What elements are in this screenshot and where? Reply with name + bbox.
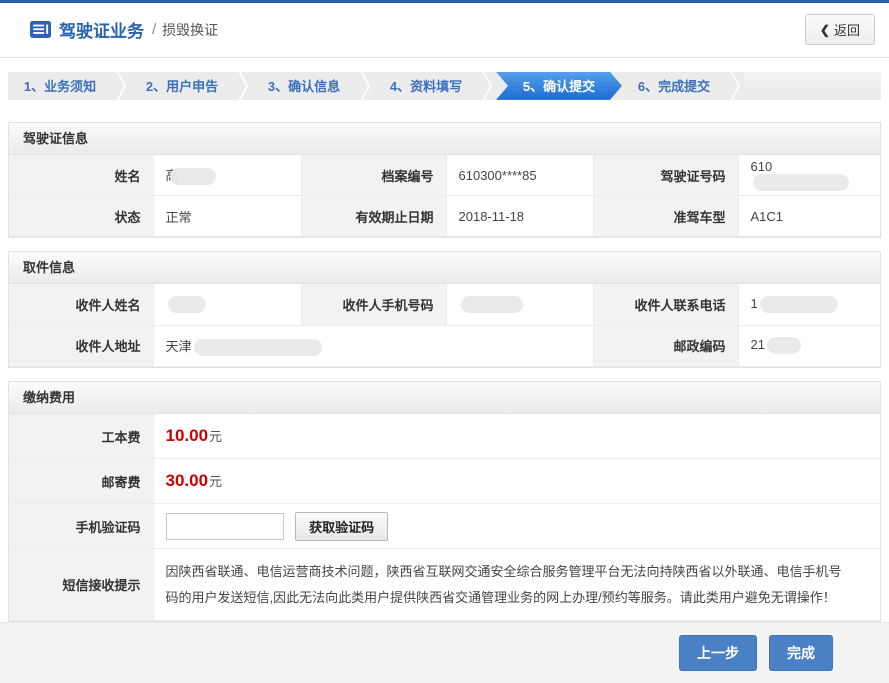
table-row: 收件人姓名 收件人手机号码 收件人联系电话 1	[9, 284, 880, 325]
license-info-section: 驾驶证信息 姓名 高 档案编号 610300****85 驾驶证号码 610 状…	[8, 122, 881, 239]
pickup-info-section: 取件信息 收件人姓名 收件人手机号码 收件人联系电话 1 收件人地址 天津 邮政…	[8, 251, 881, 368]
sms-notice-text: 因陕西省联通、电信运营商技术问题，陕西省互联网交通安全综合服务管理平台无法向持陕…	[153, 549, 880, 621]
redaction-blob	[170, 168, 216, 185]
address-label: 收件人地址	[9, 325, 153, 366]
mobile-label: 收件人手机号码	[301, 284, 446, 325]
table-row: 短信接收提示 因陕西省联通、电信运营商技术问题，陕西省互联网交通安全综合服务管理…	[9, 549, 880, 621]
step-2-user-declaration[interactable]: 2、用户申告	[130, 72, 234, 100]
back-button-label: 返回	[834, 20, 860, 39]
sms-notice-label: 短信接收提示	[9, 549, 153, 621]
file-no-value: 610300****85	[446, 155, 593, 196]
fees-section: 缴纳费用 工本费 10.00元 邮寄费 30.00元 手机验证码 获取验证码	[8, 381, 881, 622]
step-separator	[726, 72, 744, 100]
finish-button[interactable]: 完成	[769, 635, 833, 671]
file-no-label: 档案编号	[301, 155, 446, 196]
redaction-blob	[767, 337, 801, 354]
step-3-confirm-info[interactable]: 3、确认信息	[252, 72, 356, 100]
pickup-info-table: 收件人姓名 收件人手机号码 收件人联系电话 1 收件人地址 天津 邮政编码 21	[9, 284, 880, 367]
contact-phone-label: 收件人联系电话	[593, 284, 738, 325]
name-label: 姓名	[9, 155, 153, 196]
postcode-label: 邮政编码	[593, 325, 738, 366]
license-no-label: 驾驶证号码	[593, 155, 738, 196]
work-fee-amount: 10.00	[166, 426, 209, 445]
step-5-confirm-submit-active[interactable]: 5、确认提交	[496, 72, 622, 100]
postage-fee-amount: 30.00	[166, 471, 209, 490]
expiry-label: 有效期止日期	[301, 196, 446, 237]
postage-fee-value: 30.00元	[153, 459, 880, 504]
sms-code-label: 手机验证码	[9, 504, 153, 549]
title-divider: /	[152, 21, 156, 38]
expiry-value: 2018-11-18	[446, 196, 593, 237]
license-section-title: 驾驶证信息	[9, 123, 880, 155]
step-6-complete-submit[interactable]: 6、完成提交	[622, 72, 726, 100]
page-title: 驾驶证业务	[59, 17, 144, 42]
sms-code-input[interactable]	[166, 513, 284, 540]
table-row: 手机验证码 获取验证码	[9, 504, 880, 549]
vehicle-class-label: 准驾车型	[593, 196, 738, 237]
redaction-blob	[194, 339, 322, 356]
license-info-table: 姓名 高 档案编号 610300****85 驾驶证号码 610 状态 正常 有…	[9, 155, 880, 238]
table-row: 工本费 10.00元	[9, 414, 880, 459]
postage-fee-unit: 元	[209, 474, 222, 489]
table-row: 邮寄费 30.00元	[9, 459, 880, 504]
page-subtitle: 损毁换证	[162, 20, 218, 40]
status-label: 状态	[9, 196, 153, 237]
mobile-value	[446, 284, 593, 325]
page-header: 驾驶证业务 / 损毁换证 ❮ 返回	[0, 3, 889, 58]
redaction-blob	[753, 174, 849, 191]
recipient-name-value	[153, 284, 301, 325]
step-separator	[356, 72, 374, 100]
name-value: 高	[153, 155, 301, 196]
status-value: 正常	[153, 196, 301, 237]
step-navigation: 1、业务须知 2、用户申告 3、确认信息 4、资料填写 5、确认提交 6、完成提…	[8, 72, 881, 100]
back-button[interactable]: ❮ 返回	[805, 14, 875, 45]
step-bar-filler	[744, 72, 881, 100]
redaction-blob	[168, 296, 206, 313]
step-separator	[478, 72, 496, 100]
work-fee-value: 10.00元	[153, 414, 880, 459]
license-no-value: 610	[738, 155, 880, 196]
recipient-name-label: 收件人姓名	[9, 284, 153, 325]
sms-code-cell: 获取验证码	[153, 504, 880, 549]
redaction-blob	[760, 296, 838, 313]
previous-step-button[interactable]: 上一步	[679, 635, 757, 671]
get-sms-code-button[interactable]: 获取验证码	[295, 512, 388, 541]
postage-fee-label: 邮寄费	[9, 459, 153, 504]
redaction-blob	[461, 296, 523, 313]
postcode-value: 21	[738, 325, 880, 366]
table-row: 姓名 高 档案编号 610300****85 驾驶证号码 610	[9, 155, 880, 196]
table-row: 收件人地址 天津 邮政编码 21	[9, 325, 880, 366]
page: 驾驶证业务 / 损毁换证 ❮ 返回 1、业务须知 2、用户申告 3、确认信息 4…	[0, 0, 889, 683]
step-1-business-notice[interactable]: 1、业务须知	[8, 72, 112, 100]
back-chevron-icon: ❮	[820, 23, 830, 37]
step-separator	[112, 72, 130, 100]
vehicle-class-value: A1C1	[738, 196, 880, 237]
step-4-fill-data[interactable]: 4、资料填写	[374, 72, 478, 100]
list-icon	[30, 21, 51, 38]
address-value: 天津	[153, 325, 593, 366]
work-fee-label: 工本费	[9, 414, 153, 459]
work-fee-unit: 元	[209, 429, 222, 444]
fees-table: 工本费 10.00元 邮寄费 30.00元 手机验证码 获取验证码 短信接收提	[9, 414, 880, 621]
contact-phone-value: 1	[738, 284, 880, 325]
table-row: 状态 正常 有效期止日期 2018-11-18 准驾车型 A1C1	[9, 196, 880, 237]
pickup-section-title: 取件信息	[9, 252, 880, 284]
step-separator	[234, 72, 252, 100]
footer-bar: 上一步 完成	[0, 622, 889, 683]
fees-section-title: 缴纳费用	[9, 382, 880, 414]
